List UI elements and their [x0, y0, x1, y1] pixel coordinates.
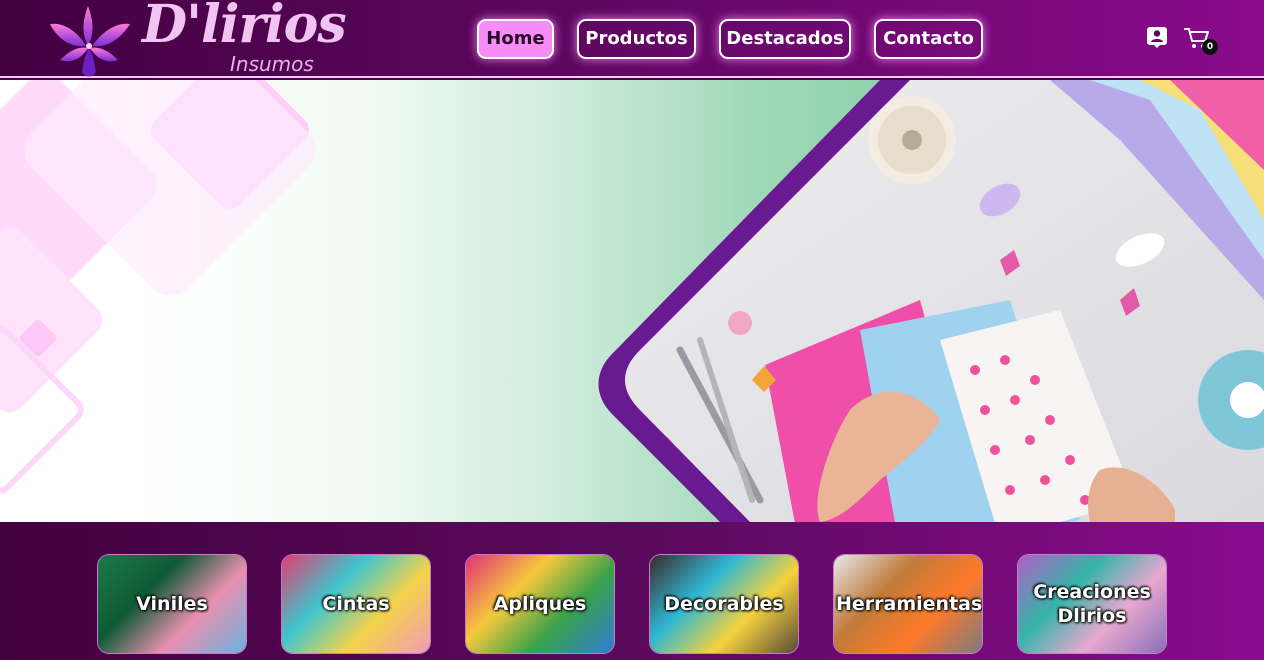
category-label: Viniles	[136, 593, 208, 615]
category-card-cintas[interactable]: Cintas	[281, 554, 431, 654]
category-card-decorables[interactable]: Decorables	[649, 554, 799, 654]
nav-productos-button[interactable]: Productos	[577, 19, 696, 59]
nav-contacto-button[interactable]: Contacto	[874, 19, 983, 59]
brand-name: D'lirios	[142, 0, 347, 55]
brand-logo[interactable]: D'lirios Insumos	[46, 0, 347, 78]
category-label: Apliques	[493, 593, 587, 615]
cart-count-badge: 0	[1202, 39, 1218, 55]
hero-banner	[0, 80, 1264, 522]
category-card-viniles[interactable]: Viniles	[97, 554, 247, 654]
category-label: Herramientas	[836, 593, 983, 615]
category-card-herramientas[interactable]: Herramientas	[833, 554, 983, 654]
category-label: Cintas	[322, 593, 390, 615]
category-label: Creaciones Dlirios	[1033, 581, 1151, 627]
decorative-diamonds	[0, 80, 316, 494]
category-label: Decorables	[664, 593, 784, 615]
crafts-photo	[625, 80, 1264, 522]
lily-flower-icon	[50, 6, 130, 77]
user-account-icon[interactable]	[1146, 26, 1168, 48]
categories-section: Viniles Cintas Apliques Decorables Herra…	[0, 522, 1264, 660]
brand-subtitle: Insumos	[230, 52, 314, 76]
category-card-creaciones-dlirios[interactable]: Creaciones Dlirios	[1017, 554, 1167, 654]
nav-home-button[interactable]: Home	[477, 19, 554, 59]
site-header: D'lirios Insumos Home Productos Destacad…	[0, 0, 1264, 78]
nav-destacados-button[interactable]: Destacados	[719, 19, 851, 59]
category-card-apliques[interactable]: Apliques	[465, 554, 615, 654]
hero-art	[0, 80, 1264, 522]
